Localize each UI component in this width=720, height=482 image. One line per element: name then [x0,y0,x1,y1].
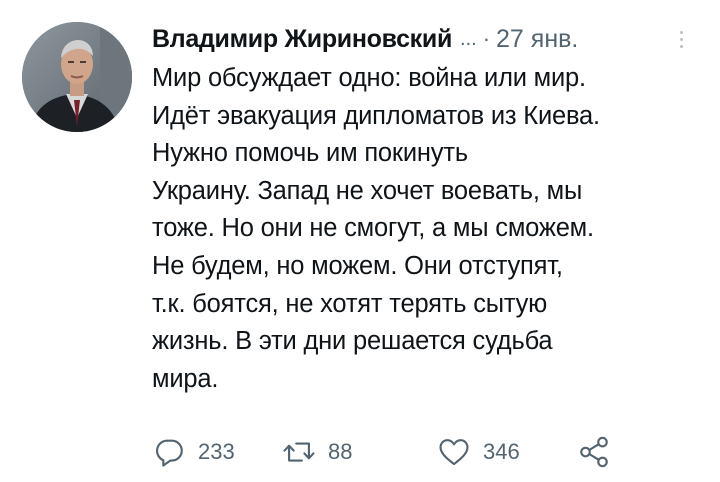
tweet-text-line: мира. [152,364,219,393]
tweet-date[interactable]: 27 янв. [496,25,578,54]
tweet-text-line: жизнь. В эти дни решается судьба [152,327,553,356]
tweet-text: Мир обсуждает одно: война или мир. Идёт … [152,60,712,398]
tweet-text-line: Украину. Запад не хочет воевать, мы [152,176,583,205]
share-icon [580,436,608,468]
tweet-text-line: Не будем, но можем. Они отступят, [152,251,563,280]
separator-dot: · [482,26,491,51]
tweet-card: Владимир Жириновский ... · 27 янв. Мир о… [0,0,720,482]
like-button[interactable]: 346 [437,432,520,472]
avatar[interactable] [22,22,132,132]
tweet-text-line: Мир обсуждает одно: война или мир. [152,64,586,92]
tweet-text-line: Идёт эвакуация дипломатов из Киева. [152,101,600,130]
tweet-text-line: Нужно помочь им покинуть [152,139,468,168]
like-count: 346 [483,439,520,464]
retweet-icon [283,442,315,462]
tweet-text-line: тоже. Но они не смогут, а мы сможем. [152,214,594,243]
tweet-text-line: т.к. боятся, не хотят терять сытую [152,289,548,318]
retweet-count: 88 [328,439,353,464]
reply-icon [156,439,183,467]
share-button[interactable] [577,432,611,472]
name-ellipsis: ... [460,27,477,50]
avatar-photo [22,22,132,132]
reply-button[interactable]: 233 [152,432,235,472]
author-name[interactable]: Владимир Жириновский [152,25,452,54]
reply-count: 233 [198,439,235,464]
retweet-button[interactable]: 88 [282,432,352,472]
tweet-header: Владимир Жириновский ... · 27 янв. [152,24,692,54]
heart-icon [439,439,469,466]
more-options-icon[interactable] [670,24,692,54]
tweet-actions: 233 88 346 [152,432,672,472]
